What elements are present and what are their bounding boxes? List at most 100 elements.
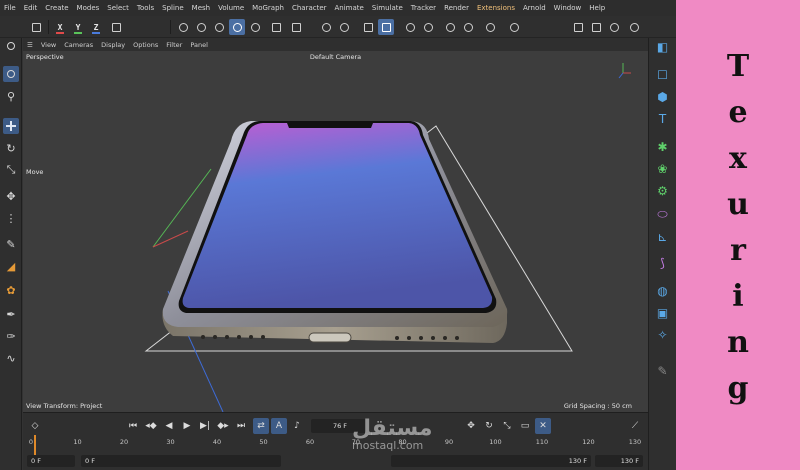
key-pla-icon[interactable]: ✕ <box>535 418 551 434</box>
next-frame-icon[interactable]: ▶| <box>197 418 213 434</box>
brush-icon[interactable]: ✒ <box>3 306 19 322</box>
go-to-end-icon[interactable]: ⏭ <box>233 418 249 434</box>
bend-icon[interactable]: ⊾ <box>654 228 671 245</box>
search-icon[interactable] <box>3 38 19 54</box>
viewport-menu-panel[interactable]: Panel <box>190 41 208 49</box>
key-position-icon[interactable]: ✥ <box>463 418 479 434</box>
render-settings-icon[interactable] <box>506 19 522 35</box>
axis-mode-icon[interactable] <box>268 19 284 35</box>
coordinate-system-icon[interactable] <box>108 19 124 35</box>
previous-key-icon[interactable]: ◂◆ <box>143 418 159 434</box>
menu-window[interactable]: Window <box>554 0 582 16</box>
ipr-icon[interactable] <box>606 19 622 35</box>
menu-select[interactable]: Select <box>107 0 129 16</box>
menu-help[interactable]: Help <box>589 0 605 16</box>
history-icon[interactable] <box>626 19 642 35</box>
generator-icon[interactable]: ✱ <box>654 138 671 155</box>
key-scale-icon[interactable]: ⤡ <box>499 418 515 434</box>
menu-volume[interactable]: Volume <box>218 0 244 16</box>
menu-render[interactable]: Render <box>444 0 469 16</box>
camera-label[interactable]: Default Camera <box>23 53 648 61</box>
3d-viewport[interactable]: Perspective Default Camera Move View Tra… <box>23 51 648 412</box>
move-tool-icon[interactable] <box>3 118 19 134</box>
live-selection-icon[interactable]: ⚲ <box>3 88 19 104</box>
polygons-mode-icon[interactable] <box>211 19 227 35</box>
butterfly-icon[interactable] <box>442 19 458 35</box>
menu-arnold[interactable]: Arnold <box>523 0 546 16</box>
spline-pen-icon[interactable]: ∿ <box>3 350 19 366</box>
film-icon[interactable] <box>570 19 586 35</box>
edges-mode-icon[interactable] <box>193 19 209 35</box>
text-icon[interactable]: T <box>654 110 671 127</box>
sound-icon[interactable]: ♪ <box>289 418 305 434</box>
render-region-icon[interactable] <box>588 19 604 35</box>
viewport-menu-cameras[interactable]: Cameras <box>64 41 93 49</box>
menu-mograph[interactable]: MoGraph <box>252 0 284 16</box>
key-param-icon[interactable]: ▭ <box>517 418 533 434</box>
axis-x-toggle[interactable]: X <box>52 19 68 35</box>
fps-icon[interactable]: A <box>271 418 287 434</box>
paint-icon[interactable]: ◢ <box>3 258 19 274</box>
fcurve-icon[interactable]: ⟋ <box>627 418 643 434</box>
menu-create[interactable]: Create <box>45 0 68 16</box>
go-to-start-icon[interactable]: ⏮ <box>125 418 141 434</box>
keyframe-icon[interactable]: ◇ <box>27 418 43 434</box>
next-key-icon[interactable]: ◆▸ <box>215 418 231 434</box>
menu-mesh[interactable]: Mesh <box>192 0 210 16</box>
end-frame-field[interactable]: 130 F <box>595 455 643 467</box>
menu-edit[interactable]: Edit <box>24 0 38 16</box>
points-mode-icon[interactable] <box>175 19 191 35</box>
scale-tool-icon[interactable]: ⤡ <box>3 162 19 178</box>
viewport-menu-icon[interactable]: ☰ <box>27 41 33 49</box>
menu-simulate[interactable]: Simulate <box>372 0 403 16</box>
menu-animate[interactable]: Animate <box>335 0 364 16</box>
rotate-tool-icon[interactable]: ↻ <box>3 140 19 156</box>
cloner-icon[interactable]: ❀ <box>654 160 671 177</box>
selection-icon[interactable] <box>3 66 19 82</box>
cube-outline-icon[interactable]: ☐ <box>654 66 671 83</box>
align-icon[interactable]: ⋮ <box>3 210 19 226</box>
preview-end-field[interactable]: 130 F <box>391 455 591 467</box>
axis-z-toggle[interactable]: Z <box>88 19 104 35</box>
sculpt-icon[interactable]: ✿ <box>3 282 19 298</box>
viewport-menu-display[interactable]: Display <box>101 41 125 49</box>
menu-file[interactable]: File <box>4 0 16 16</box>
knife-icon[interactable]: ✎ <box>3 236 19 252</box>
pen-tool-icon[interactable]: ✎ <box>654 362 671 379</box>
loop-icon[interactable]: ⇄ <box>253 418 269 434</box>
viewport-menu-filter[interactable]: Filter <box>166 41 182 49</box>
model-mode-icon[interactable] <box>229 19 245 35</box>
transfer-icon[interactable]: ✥ <box>3 188 19 204</box>
menu-character[interactable]: Character <box>292 0 327 16</box>
preview-start-field[interactable]: 0 F <box>81 455 281 467</box>
solo-icon[interactable] <box>336 19 352 35</box>
viewport-menu-options[interactable]: Options <box>133 41 158 49</box>
effector-icon[interactable]: ⟆ <box>654 254 671 271</box>
play-icon[interactable]: ▶ <box>179 418 195 434</box>
shape-icon[interactable] <box>482 19 498 35</box>
undo-icon[interactable] <box>28 19 44 35</box>
previous-frame-icon[interactable]: ◀ <box>161 418 177 434</box>
key-rotation-icon[interactable]: ↻ <box>481 418 497 434</box>
pen-icon[interactable]: ✑ <box>3 328 19 344</box>
globe-icon[interactable]: ◍ <box>654 282 671 299</box>
menu-spline[interactable]: Spline <box>162 0 184 16</box>
render-picture-viewer-icon[interactable] <box>420 19 436 35</box>
axis-y-toggle[interactable]: Y <box>70 19 86 35</box>
grid-snap-icon[interactable] <box>360 19 376 35</box>
magnet-icon[interactable] <box>318 19 334 35</box>
timeline-ruler[interactable]: 0 10 20 30 40 50 60 70 80 90 100 110 120… <box>29 437 641 451</box>
workplane-icon[interactable] <box>378 19 394 35</box>
cube-icon[interactable]: ⬢ <box>654 88 671 105</box>
texture-mode-icon[interactable] <box>247 19 263 35</box>
render-view-icon[interactable] <box>402 19 418 35</box>
camera-icon[interactable]: ▣ <box>654 304 671 321</box>
menu-modes[interactable]: Modes <box>77 0 100 16</box>
menu-extensions[interactable]: Extensions <box>477 0 515 16</box>
fork-icon[interactable] <box>460 19 476 35</box>
menu-tracker[interactable]: Tracker <box>411 0 436 16</box>
gear-icon[interactable]: ⚙ <box>654 182 671 199</box>
light-icon[interactable]: ✧ <box>654 326 671 343</box>
start-frame-field[interactable]: 0 F <box>27 455 75 467</box>
menu-tools[interactable]: Tools <box>137 0 154 16</box>
